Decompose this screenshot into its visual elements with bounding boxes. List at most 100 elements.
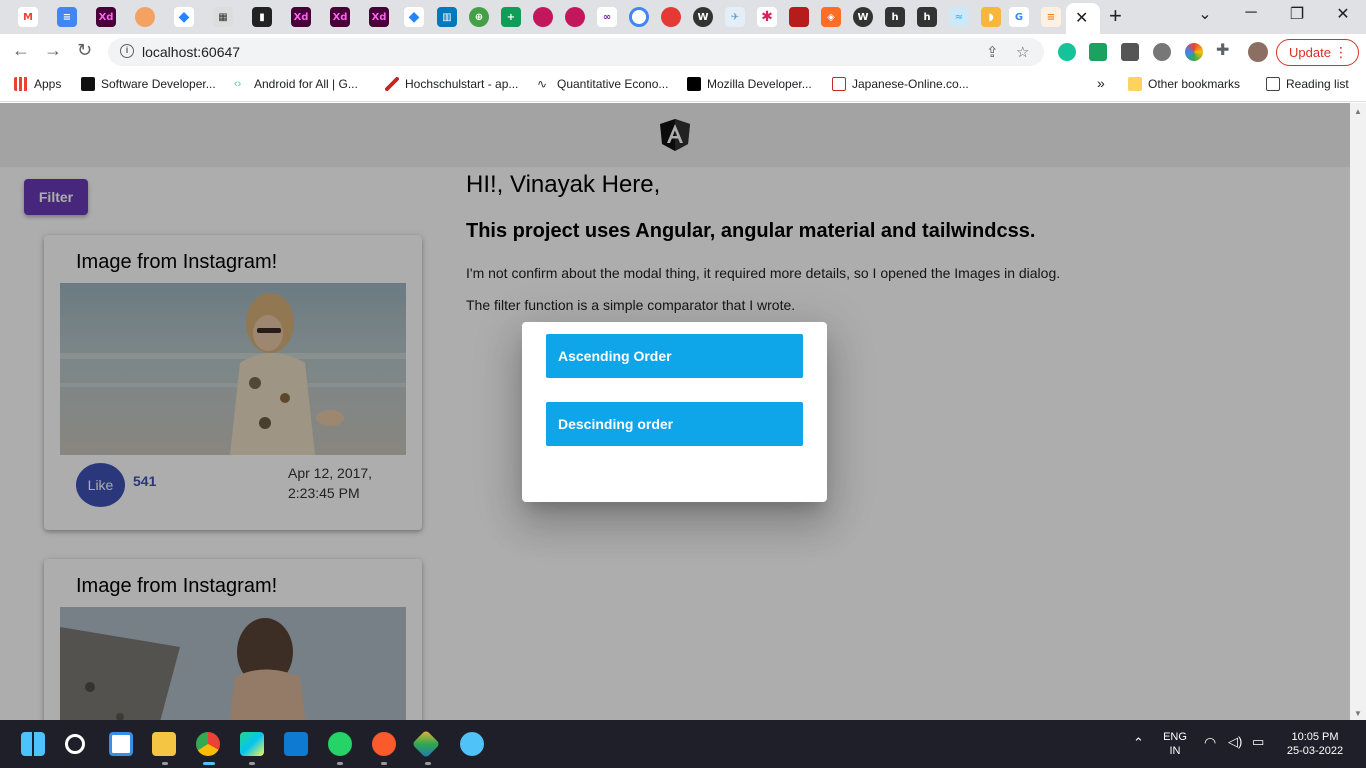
active-indicator [203,762,215,765]
infinity-tab-icon[interactable]: ∞ [597,7,617,27]
windows-taskbar: ⌃ ENG IN ◠ ◁) ▭ 10:05 PM 25-03-2022 [0,720,1366,768]
wifi-icon[interactable]: ◠ [1204,735,1216,749]
sheets-tab-icon[interactable]: + [501,7,521,27]
trello-tab-icon[interactable]: ▥ [437,7,457,27]
bookmark-japanese-online[interactable]: Japanese-Online.co... [832,77,969,91]
globe-app-icon[interactable] [460,732,484,756]
mail-extension-icon[interactable] [1089,43,1107,61]
flutter-tab-icon[interactable]: ✈ [725,7,745,27]
qr-extension-icon[interactable] [1121,43,1139,61]
jira-tab-icon[interactable]: ◆ [404,7,424,27]
active-tab[interactable]: ✕ [1066,3,1100,34]
task-view-icon[interactable] [109,732,133,756]
shield-tab-icon[interactable]: ◗ [981,7,1001,27]
red-tab-icon[interactable] [661,7,681,27]
bookmarks-overflow-icon[interactable]: » [1097,75,1105,91]
clock[interactable]: 10:05 PM 25-03-2022 [1280,730,1350,758]
grammarly-extension-icon[interactable] [1058,43,1076,61]
bookmark-label: Apps [34,77,62,91]
descending-order-button[interactable]: Descinding order [546,402,803,446]
color-extension-icon[interactable] [1185,43,1203,61]
show-hidden-icons-chevron-icon[interactable]: ⌃ [1133,736,1144,750]
sourcetree-icon[interactable] [411,729,441,759]
reading-list-icon [1266,77,1280,91]
postman-icon[interactable] [372,732,396,756]
minimize-icon[interactable]: ─ [1236,4,1266,22]
back-icon[interactable]: ← [12,40,30,61]
webstorm-icon[interactable] [240,732,264,756]
bookmark-star-icon[interactable]: ☆ [1016,43,1029,61]
battery-icon[interactable]: ▭ [1252,735,1264,749]
share-icon[interactable]: ⇪ [986,43,999,61]
google-tab-icon[interactable]: G [1009,7,1029,27]
profile-avatar[interactable] [1248,42,1268,62]
hashnode-tab-icon[interactable]: h [917,7,937,27]
bookmark-label: Other bookmarks [1148,77,1241,91]
orange-tab-icon[interactable] [135,7,155,27]
tailwind-tab-icon[interactable]: ≈ [949,7,969,27]
bookmarks-bar: Apps Software Developer... ‹› Android fo… [0,70,1366,102]
bookmark-android-for-all[interactable]: ‹› Android for All | G... [234,77,358,91]
volume-icon[interactable]: ◁) [1228,735,1242,749]
bookmark-hochschulstart[interactable]: Hochschulstart - ap... [385,77,518,91]
pink-tab-icon[interactable] [565,7,585,27]
xd-tab-icon[interactable]: Xd [96,7,116,27]
page-viewport: Filter Image from Instagram! Like 541 Ap… [0,103,1350,720]
restore-icon[interactable]: ❐ [1282,4,1312,24]
new-tab-icon[interactable]: + [1109,3,1122,29]
address-bar[interactable]: i localhost:60647 ⇪ ☆ [108,38,1044,66]
xd-tab-icon[interactable]: Xd [369,7,389,27]
file-explorer-icon[interactable] [152,732,176,756]
folder-icon [1128,77,1142,91]
clock-date: 25-03-2022 [1286,745,1344,757]
close-window-icon[interactable]: ✕ [1328,4,1358,24]
bookmark-mozilla-developer[interactable]: Mozilla Developer... [687,77,812,91]
menu-dots-icon: ⋮ [1334,44,1348,60]
region-code: IN [1169,745,1181,757]
slack-tab-icon[interactable]: ✱ [757,7,777,27]
extensions-puzzle-icon[interactable]: ✚ [1216,40,1234,59]
wordpress-tab-icon[interactable]: W [693,7,713,27]
stackoverflow-tab-icon[interactable]: ≡ [1041,7,1061,27]
windows-start-icon[interactable] [21,732,45,756]
red-square-tab-icon[interactable] [789,7,809,27]
circle-tab-icon[interactable] [629,7,649,27]
hashnode-tab-icon[interactable]: h [885,7,905,27]
chrome-icon[interactable] [196,732,220,756]
search-icon[interactable] [65,734,85,754]
xd-tab-icon[interactable]: Xd [330,7,350,27]
whatsapp-icon[interactable] [328,732,352,756]
running-indicator [162,762,168,765]
ascending-order-button[interactable]: Ascending Order [546,334,803,378]
gear-extension-icon[interactable] [1153,43,1171,61]
bookmark-quantitative-econ[interactable]: ∿ Quantitative Econo... [537,77,668,91]
jira-tab-icon[interactable]: ◆ [174,7,194,27]
scroll-up-icon[interactable]: ▲ [1354,107,1362,116]
bookmark-software-developer[interactable]: Software Developer... [81,77,216,91]
reload-icon[interactable]: ↻ [77,40,92,61]
gitlab-tab-icon[interactable]: ◈ [821,7,841,27]
tab-search-icon[interactable]: ⌄ [1190,4,1220,24]
vscode-icon[interactable] [284,732,308,756]
language-indicator[interactable]: ENG IN [1160,730,1190,758]
close-tab-icon[interactable]: ✕ [1075,8,1088,28]
url-text[interactable]: localhost:60647 [142,44,240,60]
wordpress-tab-icon[interactable]: W [853,7,873,27]
reading-list[interactable]: Reading list [1266,77,1349,91]
scroll-down-icon[interactable]: ▼ [1354,709,1362,718]
bookmark-other[interactable]: Other bookmarks [1128,77,1240,91]
gmail-tab-icon[interactable]: M [18,7,38,27]
running-indicator [249,762,255,765]
running-indicator [425,762,431,765]
site-info-icon[interactable]: i [120,44,134,58]
notion-tab-icon[interactable]: ▮ [252,7,272,27]
bookmark-apps[interactable]: Apps [14,77,61,91]
update-button[interactable]: Update ⋮ [1276,39,1359,66]
green-circle-tab-icon[interactable]: ⊕ [469,7,489,27]
docs-tab-icon[interactable]: ≡ [57,7,77,27]
xd-tab-icon[interactable]: Xd [291,7,311,27]
forward-icon[interactable]: → [44,40,62,61]
pink-tab-icon[interactable] [533,7,553,27]
page-scrollbar[interactable]: ▲ ▼ [1350,103,1366,720]
drive-tab-icon[interactable]: ▦ [213,7,233,27]
